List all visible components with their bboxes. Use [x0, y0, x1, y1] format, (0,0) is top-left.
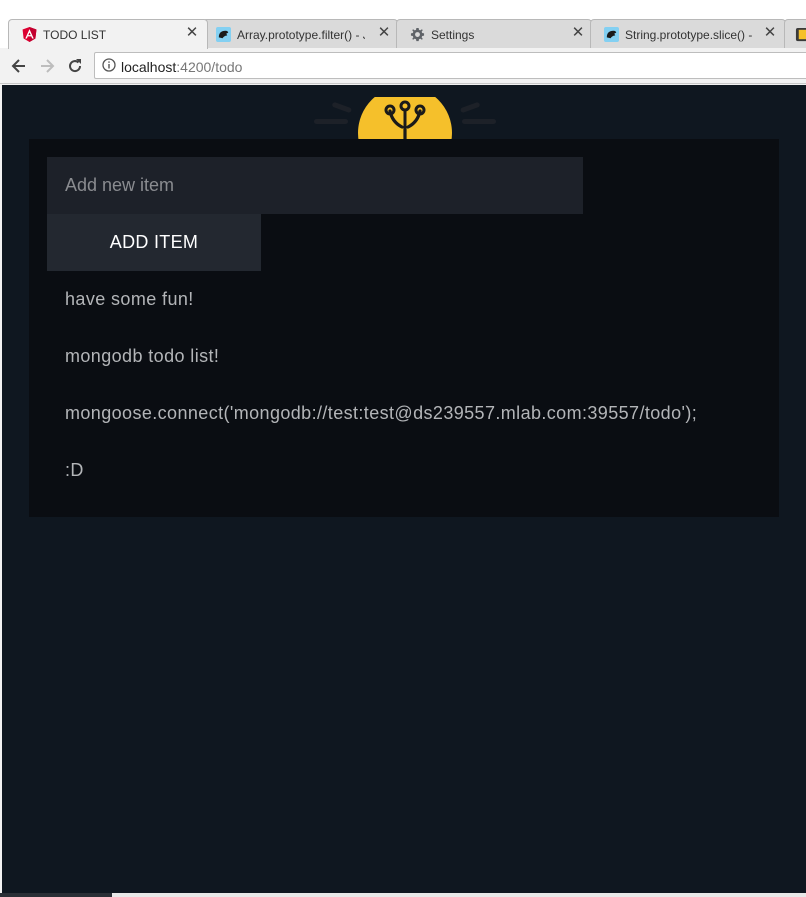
tab-title: TODO LIST: [43, 28, 107, 42]
forward-arrow-icon[interactable]: [37, 56, 57, 76]
add-item-button[interactable]: ADD ITEM: [47, 214, 261, 271]
new-item-input[interactable]: [47, 157, 583, 214]
tab-title: Settings: [431, 28, 475, 42]
todo-list: have some fun! mongodb todo list! mongoo…: [65, 271, 697, 499]
gear-icon: [410, 27, 425, 42]
url-text: localhost:4200/todo: [121, 59, 242, 75]
url-host: localhost: [121, 59, 177, 75]
reload-icon[interactable]: [65, 56, 85, 76]
browser-window: TODO LIST ✕ Array.prototype.filter() - J…: [0, 0, 806, 897]
window-bottom-edge: [0, 893, 806, 897]
browser-toolbar: localhost:4200/todo: [0, 48, 806, 84]
tab-partial[interactable]: [784, 19, 806, 49]
todo-item[interactable]: :D: [65, 442, 697, 499]
address-bar[interactable]: localhost:4200/todo: [94, 52, 806, 79]
page-viewport: ADD ITEM have some fun! mongodb todo lis…: [2, 85, 806, 894]
taskbar-fragment: [0, 893, 112, 897]
info-icon[interactable]: [102, 58, 116, 72]
url-path: :4200/todo: [176, 59, 243, 75]
tab-array-filter[interactable]: Array.prototype.filter() - J ✕: [202, 19, 398, 49]
close-icon[interactable]: ✕: [185, 25, 199, 40]
close-icon[interactable]: ✕: [571, 25, 585, 40]
back-arrow-icon[interactable]: [9, 56, 29, 76]
mdn-dino-icon: [604, 27, 619, 42]
tab-todo-list[interactable]: TODO LIST ✕: [8, 19, 208, 49]
tab-string-slice[interactable]: String.prototype.slice() - ✕: [590, 19, 786, 49]
todo-card: ADD ITEM have some fun! mongodb todo lis…: [29, 139, 779, 517]
todo-item[interactable]: mongoose.connect('mongodb://test:test@ds…: [65, 385, 697, 442]
tab-title: Array.prototype.filter() - J: [237, 28, 365, 42]
todo-item[interactable]: mongodb todo list!: [65, 328, 697, 385]
close-icon[interactable]: ✕: [377, 25, 391, 40]
tab-title: String.prototype.slice() -: [625, 28, 753, 42]
tab-strip: TODO LIST ✕ Array.prototype.filter() - J…: [0, 0, 806, 49]
angular-icon: [22, 27, 37, 42]
tab-settings[interactable]: Settings ✕: [396, 19, 592, 49]
mdn-dino-icon: [216, 27, 231, 42]
todo-item[interactable]: have some fun!: [65, 271, 697, 328]
close-icon[interactable]: ✕: [763, 25, 777, 40]
bookmark-icon: [795, 27, 806, 42]
